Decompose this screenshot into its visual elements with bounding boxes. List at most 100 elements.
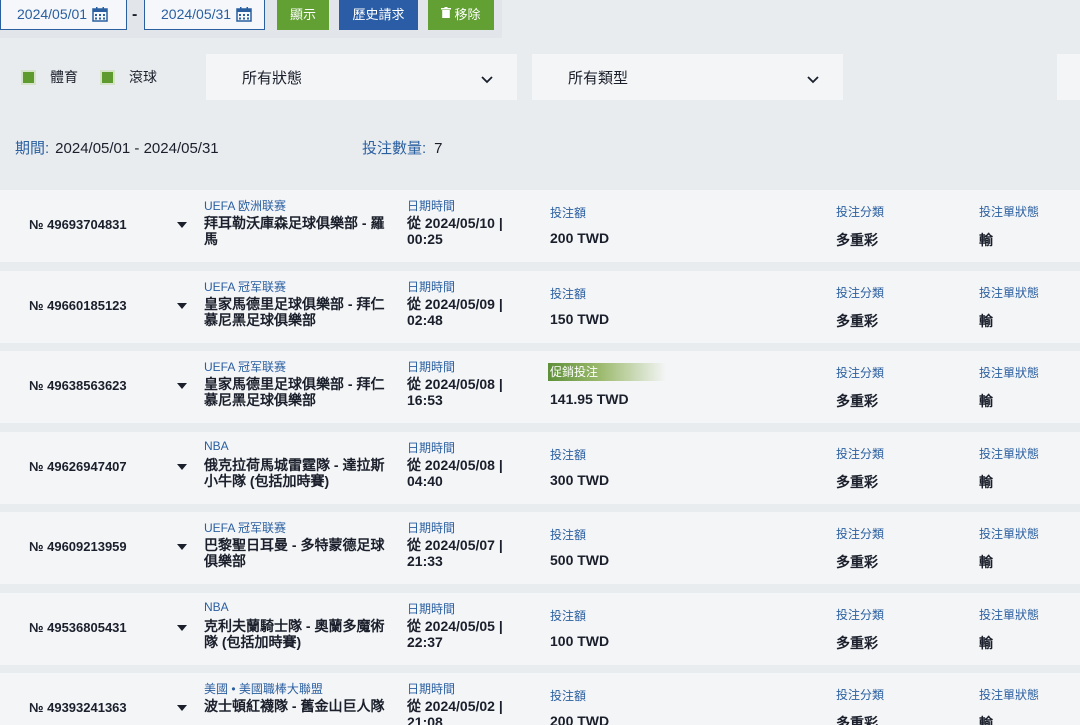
datetime-value: 從 2024/05/05 | 22:37 [407,617,503,650]
bet-number: № 49626947407 [29,458,127,474]
amount-value: 500 TWD [550,552,610,568]
sports-checkbox[interactable] [21,69,36,85]
league-name: NBA [204,438,229,453]
expand-caret-icon[interactable] [177,302,187,309]
datetime-label: 日期時間 [407,601,456,616]
calendar-icon[interactable] [92,6,108,22]
datetime-label: 日期時間 [407,279,456,294]
match-name: 皇家馬德里足球俱樂部 - 拜仁慕尼黑足球俱樂部 [204,295,385,328]
amount-label: 投注額 [550,528,587,542]
calendar-icon[interactable] [236,6,252,22]
match-name: 波士頓紅襪隊 - 舊金山巨人隊 [204,698,385,714]
status-value: 輸 [979,554,993,570]
period-label: 期間: [15,140,50,157]
amount-label: 投注額 [550,689,587,703]
expand-caret-icon[interactable] [177,463,187,470]
status-value: 輸 [979,473,993,490]
date-from-input[interactable]: 2024/05/01 [0,0,127,30]
bet-row[interactable]: № 49393241363 美國 • 美國職棒大聯盟波士頓紅襪隊 - 舊金山巨人隊… [0,673,1080,725]
amount-value: 300 TWD [550,471,610,488]
chevron-down-icon [807,71,819,88]
expand-caret-icon[interactable] [177,544,187,550]
status-value: 輸 [979,232,993,248]
bet-count-summary: 投注數量: 7 [362,137,443,158]
filter-bar: 體育 滾球 所有狀態 所有類型 [0,54,1080,100]
brand-watermark-logo [0,275,14,339]
datetime-label: 日期時間 [407,521,456,535]
amount-label: 投注額 [550,286,587,301]
datetime-value: 從 2024/05/08 | 16:53 [407,376,503,408]
datetime-label: 日期時間 [407,199,456,213]
brand-watermark-logo [0,194,14,258]
bet-row[interactable]: № 49660185123 UEFA 冠军联赛 皇家馬德里足球俱樂部 - 拜仁慕尼黑… [0,270,1080,343]
status-label: 投注單狀態 [979,527,1040,541]
brand-watermark-logo [0,677,14,725]
league-name: UEFA 冠军联赛 [204,360,287,374]
expand-caret-icon[interactable] [177,624,187,631]
live-checkbox[interactable] [100,69,115,85]
category-value: 多重彩 [836,393,878,409]
show-button-label: 顯示 [289,7,316,22]
bet-number: № 49638563623 [29,378,127,393]
category-label: 投注分類 [836,607,885,622]
datetime-value: 從 2024/05/08 | 04:40 [407,456,503,489]
date-range-separator: - [132,6,138,23]
sport-filters: 體育 滾球 [0,54,196,100]
expand-caret-icon[interactable] [177,222,187,228]
bet-row[interactable]: № 49626947407 NBA 俄克拉荷馬城雷霆隊 - 達拉斯小牛隊 (包括加時… [0,431,1080,504]
expand-caret-icon[interactable] [177,383,187,389]
bet-row[interactable]: № 49638563623 UEFA 冠军联赛 皇家馬德里足球俱樂部 - 拜仁慕尼黑… [0,351,1080,423]
bet-row[interactable]: № 49609213959 UEFA 冠军联赛 巴黎聖日耳曼 - 多特蒙德足球俱樂部… [0,512,1080,584]
league-name: NBA [204,599,229,614]
bet-row[interactable]: № 49693704831 UEFA 欧洲联赛 拜耳勒沃庫森足球俱樂部 - 羅馬 日期… [0,190,1080,262]
bet-count-label: 投注數量: [362,140,427,157]
status-select[interactable]: 所有狀態 [206,54,517,100]
bet-number: № 49536805431 [29,619,127,635]
brand-watermark-logo [0,436,14,500]
brand-watermark-logo [0,597,14,661]
status-label: 投注單狀態 [979,607,1040,622]
category-value: 多重彩 [836,232,878,248]
live-checkbox-label[interactable]: 滾球 [129,67,157,87]
sports-checkbox-label[interactable]: 體育 [50,67,78,87]
status-value: 輸 [979,312,993,329]
status-value: 輸 [979,715,993,725]
amount-value: 100 TWD [550,632,610,649]
extra-select[interactable] [1057,54,1080,100]
amount-label: 投注額 [550,447,587,462]
date-to-input[interactable]: 2024/05/31 [144,0,265,30]
history-request-label: 歷史請求 [352,7,405,22]
type-select[interactable]: 所有類型 [532,54,843,100]
bet-number: № 49609213959 [29,539,127,554]
league-name: UEFA 冠军联赛 [204,279,287,294]
category-value: 多重彩 [836,312,878,329]
category-label: 投注分類 [836,527,885,541]
history-request-button[interactable]: 歷史請求 [339,0,418,30]
bet-number: № 49693704831 [29,217,127,232]
period-value: 2024/05/01 - 2024/05/31 [55,140,219,157]
status-select-value: 所有狀態 [242,69,303,87]
league-name: 美國 • 美國職棒大聯盟 [204,682,323,696]
datetime-label: 日期時間 [407,360,456,374]
bet-number: № 49393241363 [29,700,127,715]
amount-label: 投注額 [550,206,587,220]
datetime-value: 從 2024/05/09 | 02:48 [407,295,503,328]
toolbar: 2024/05/01 - 2024/05/31 顯示 歷史請求 移除 [0,0,502,38]
category-value: 多重彩 [836,473,878,490]
category-value: 多重彩 [836,715,878,725]
date-to-value: 2024/05/31 [161,5,232,22]
status-label: 投注單狀態 [979,366,1040,380]
datetime-label: 日期時間 [407,440,456,455]
promo-bet-badge: 促銷投注 [548,363,666,381]
datetime-label: 日期時間 [407,682,456,696]
category-value: 多重彩 [836,554,878,570]
expand-caret-icon[interactable] [177,705,187,711]
status-label: 投注單狀態 [979,688,1040,702]
bet-row[interactable]: № 49536805431 NBA 克利夫蘭騎士隊 - 奧蘭多魔術隊 (包括加時賽)… [0,592,1080,665]
bet-number: № 49660185123 [29,297,127,313]
remove-button[interactable]: 移除 [428,0,494,30]
category-label: 投注分類 [836,205,885,219]
show-button[interactable]: 顯示 [277,0,329,30]
remove-button-label: 移除 [454,7,481,22]
amount-value: 150 TWD [550,310,610,327]
